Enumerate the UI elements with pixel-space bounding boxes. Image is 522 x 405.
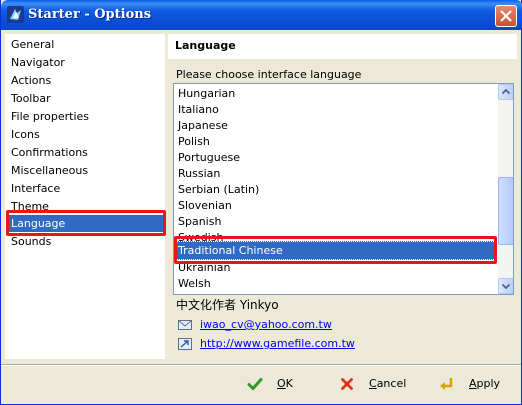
language-option[interactable]: Serbian (Latin) <box>178 182 259 198</box>
language-option[interactable]: Italiano <box>178 102 219 118</box>
nav-item-interface[interactable]: Interface <box>11 180 60 197</box>
language-scrollbar[interactable] <box>498 84 513 294</box>
panel-title: Language <box>175 39 236 52</box>
chevron-down-icon <box>501 283 511 290</box>
language-panel: Language Please choose interface languag… <box>168 34 517 359</box>
language-option[interactable]: Russian <box>178 166 220 182</box>
language-option[interactable]: Spanish <box>178 214 221 230</box>
language-option[interactable]: Welsh <box>178 276 211 292</box>
app-icon <box>7 6 24 23</box>
language-option[interactable]: Portuguese <box>178 150 240 166</box>
scrollbar-thumb[interactable] <box>498 177 513 245</box>
close-icon <box>500 10 512 22</box>
web-link-icon <box>178 338 192 350</box>
options-window: Starter - Options General Navigator Acti… <box>0 0 522 405</box>
cancel-button[interactable]: Cancel <box>333 372 415 395</box>
ok-label: OK <box>277 377 293 390</box>
apply-button[interactable]: Apply <box>433 372 515 395</box>
language-option[interactable]: Slovenian <box>178 198 232 214</box>
translation-author: 中文化作者 Yinkyo <box>176 298 279 312</box>
nav-item-confirmations[interactable]: Confirmations <box>11 144 88 161</box>
close-button[interactable] <box>495 5 517 27</box>
ok-button[interactable]: OK <box>241 372 323 395</box>
nav-item-icons[interactable]: Icons <box>11 126 40 143</box>
footer-separator <box>1 364 521 366</box>
language-option[interactable]: Ukrainian <box>178 260 230 276</box>
apply-label: Apply <box>469 377 501 390</box>
language-option[interactable]: Japanese <box>178 118 228 134</box>
chevron-up-icon <box>501 88 511 95</box>
nav-item-navigator[interactable]: Navigator <box>11 54 65 71</box>
options-category-list: General Navigator Actions Toolbar File p… <box>5 34 166 359</box>
email-link[interactable]: iwao_cv@yahoo.com.tw <box>200 318 332 331</box>
panel-header: Language <box>168 34 517 59</box>
language-option[interactable]: Hungarian <box>178 86 235 102</box>
language-prompt: Please choose interface language <box>176 68 362 81</box>
language-option[interactable]: Swedish <box>178 230 224 241</box>
nav-item-actions[interactable]: Actions <box>11 72 51 89</box>
nav-item-general[interactable]: General <box>11 36 54 53</box>
website-link[interactable]: http://www.gamefile.com.tw <box>200 337 355 350</box>
cancel-label: Cancel <box>369 377 407 390</box>
language-option[interactable]: Polish <box>178 134 210 150</box>
nav-item-file-properties[interactable]: File properties <box>11 108 89 125</box>
nav-item-sounds[interactable]: Sounds <box>11 233 51 250</box>
x-icon <box>341 377 353 390</box>
check-icon <box>247 377 263 391</box>
language-option-selected[interactable]: Traditional Chinese <box>175 241 496 260</box>
scroll-up-button[interactable] <box>498 84 513 100</box>
apply-arrow-icon <box>440 377 453 390</box>
scroll-down-button[interactable] <box>498 278 513 294</box>
nav-item-language[interactable]: Language <box>9 215 165 232</box>
window-title: Starter - Options <box>28 7 152 22</box>
nav-item-theme[interactable]: Theme <box>11 198 49 215</box>
nav-item-toolbar[interactable]: Toolbar <box>11 90 51 107</box>
email-icon <box>178 320 192 330</box>
nav-item-miscellaneous[interactable]: Miscellaneous <box>11 162 88 179</box>
language-listbox[interactable]: Hungarian Italiano Japanese Polish Portu… <box>173 83 514 295</box>
title-bar[interactable]: Starter - Options <box>1 0 522 30</box>
